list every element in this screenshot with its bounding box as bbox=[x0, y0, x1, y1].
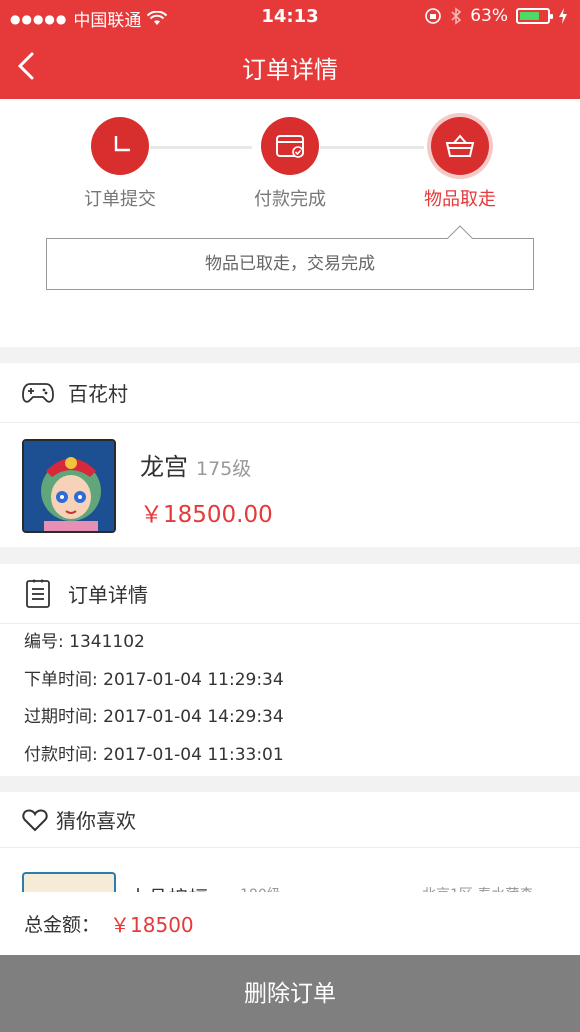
order-details-section: 订单详情 编号: 1341102 下单时间: 2017-01-04 11:29:… bbox=[0, 564, 580, 776]
recommend-item-thumbnail[interactable] bbox=[22, 872, 116, 892]
item-thumbnail[interactable] bbox=[22, 439, 116, 533]
basket-icon bbox=[431, 117, 489, 175]
step-label-3: 物品取走 bbox=[424, 189, 496, 210]
total-label: 总金额： bbox=[24, 914, 101, 936]
order-expire-row: 过期时间: 2017-01-04 14:29:34 bbox=[24, 707, 284, 727]
item-name-text: 龙宫 bbox=[140, 453, 188, 481]
order-number-row: 编号: 1341102 bbox=[24, 632, 145, 652]
status-bar: ●●●●● 中国联通 14:13 63% bbox=[0, 0, 580, 34]
item-price: ￥18500.00 bbox=[140, 502, 273, 528]
order-details-title: 订单详情 bbox=[68, 583, 148, 607]
order-paid-row: 付款时间: 2017-01-04 11:33:01 bbox=[24, 744, 284, 765]
battery-percent: 63% bbox=[470, 6, 508, 26]
order-details-header: 订单详情 bbox=[0, 564, 580, 624]
total-amount: ￥18500 bbox=[110, 913, 194, 937]
app-header: ●●●●● 中国联通 14:13 63% 订单详情 bbox=[0, 0, 580, 99]
clock-icon bbox=[91, 117, 149, 175]
character-avatar-image bbox=[24, 441, 114, 531]
item-section: 百花村 龙宫 175级 ￥18500.00 bbox=[0, 363, 580, 547]
step-payment-done: 付款完成 bbox=[220, 117, 360, 211]
bluetooth-icon bbox=[451, 7, 462, 25]
battery-icon bbox=[516, 8, 553, 24]
recommend-header: 猜你喜欢 bbox=[0, 792, 580, 848]
server-header: 百花村 bbox=[0, 363, 580, 423]
step-order-submitted: 订单提交 bbox=[50, 117, 190, 211]
heart-icon bbox=[22, 804, 48, 836]
step-item-collected: 物品取走 bbox=[390, 117, 530, 211]
orientation-lock-icon bbox=[425, 8, 442, 24]
server-name: 百花村 bbox=[68, 382, 128, 406]
step-label-1: 订单提交 bbox=[84, 189, 156, 210]
status-message: 物品已取走，交易完成 bbox=[205, 254, 375, 274]
gamepad-icon bbox=[22, 377, 54, 409]
order-progress: 订单提交 付款完成 物品取走 物品已取走，交易完成 bbox=[0, 99, 580, 347]
document-icon bbox=[22, 578, 54, 610]
charging-icon bbox=[559, 8, 567, 24]
recommend-section: 猜你喜欢 水晶蝙蝠 180级 北京1区 春水蒲森 bbox=[0, 792, 580, 892]
item-level: 175级 bbox=[196, 458, 252, 480]
recommend-item-name[interactable]: 水晶蝙蝠 bbox=[128, 882, 208, 892]
nav-bar: 订单详情 bbox=[0, 34, 580, 99]
recommend-title: 猜你喜欢 bbox=[56, 809, 136, 833]
recommend-item-level: 180级 bbox=[240, 884, 281, 892]
status-right: 63% bbox=[424, 6, 568, 26]
delete-order-button[interactable]: 删除订单 bbox=[0, 955, 580, 1032]
status-message-box: 物品已取走，交易完成 bbox=[46, 225, 534, 290]
item-name: 龙宫 175级 bbox=[140, 447, 251, 482]
step-label-2: 付款完成 bbox=[254, 189, 326, 210]
recommend-item-server: 北京1区 春水蒲森 bbox=[422, 884, 533, 892]
tooltip-arrow bbox=[447, 225, 473, 251]
card-check-icon bbox=[261, 117, 319, 175]
total-bar: 总金额： ￥18500 bbox=[0, 892, 580, 955]
page-title: 订单详情 bbox=[242, 56, 338, 84]
order-created-row: 下单时间: 2017-01-04 11:29:34 bbox=[24, 669, 284, 690]
